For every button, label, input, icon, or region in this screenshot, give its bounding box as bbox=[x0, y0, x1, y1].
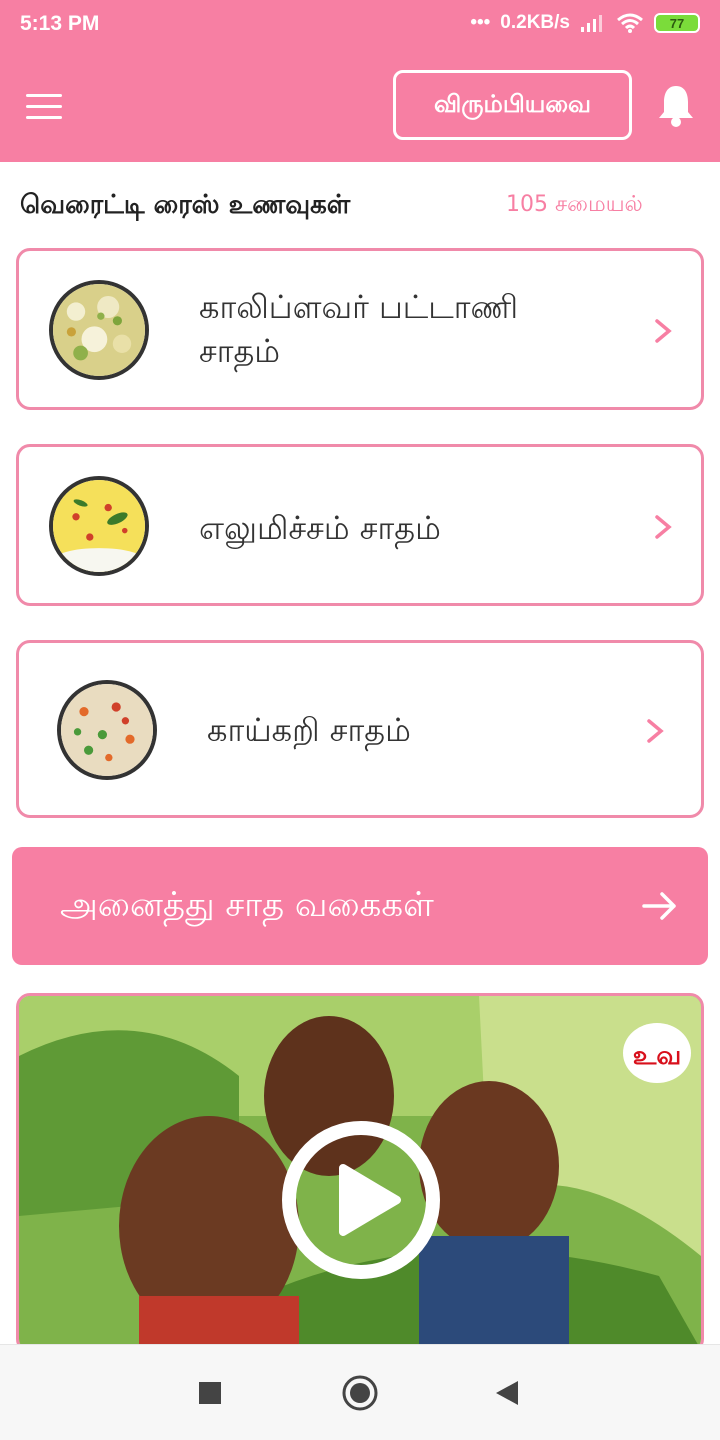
system-nav-bar bbox=[0, 1344, 720, 1440]
recipe-card[interactable]: காய்கறி சாதம் bbox=[16, 640, 704, 818]
recipe-card[interactable]: காலிப்ளவர் பட்டாணி சாதம் bbox=[16, 248, 704, 410]
more-dots-icon: ••• bbox=[470, 12, 491, 33]
recipe-title-line: காலிப்ளவர் பட்டாணி bbox=[199, 288, 519, 326]
chevron-right-icon bbox=[655, 515, 672, 539]
triangle-back-icon[interactable] bbox=[488, 1373, 528, 1413]
recipe-count: 105 சமையல் bbox=[506, 192, 643, 217]
section-title: வெரைட்டி ரைஸ் உணவுகள் bbox=[20, 190, 351, 220]
recipe-title-line: சாதம் bbox=[199, 332, 281, 370]
recipe-title: காலிப்ளவர் பட்டாணி சாதம் bbox=[199, 285, 518, 373]
recipe-card[interactable]: எலுமிச்சம் சாதம் bbox=[16, 444, 704, 606]
recipe-title: காய்கறி சாதம் bbox=[207, 711, 411, 749]
status-bar: 5:13 PM ••• 0.2KB/s 77 bbox=[0, 0, 720, 52]
status-icons: ••• 0.2KB/s 77 bbox=[470, 12, 700, 34]
section-header: வெரைட்டி ரைஸ் உணவுகள் 105 சமையல் bbox=[0, 162, 720, 248]
all-rice-varieties-button[interactable]: அனைத்து சாத வகைகள் bbox=[12, 847, 708, 965]
app-bar: விரும்பியவை bbox=[0, 52, 720, 162]
network-speed: 0.2KB/s bbox=[500, 12, 570, 33]
status-time: 5:13 PM bbox=[20, 12, 100, 35]
video-card[interactable]: உவ bbox=[16, 993, 704, 1353]
recipe-title: எலுமிச்சம் சாதம் bbox=[199, 509, 441, 547]
wifi-icon bbox=[617, 13, 643, 33]
recipe-thumbnail bbox=[49, 280, 149, 380]
signal-icon bbox=[581, 15, 602, 32]
battery-icon: 77 bbox=[654, 13, 700, 33]
all-rice-varieties-label: அனைத்து சாத வகைகள் bbox=[60, 885, 434, 925]
circle-home-icon[interactable] bbox=[340, 1373, 380, 1413]
favorites-button[interactable]: விரும்பியவை bbox=[393, 70, 632, 140]
chevron-right-icon bbox=[647, 719, 664, 743]
square-recents-icon[interactable] bbox=[190, 1373, 230, 1413]
recipe-thumbnail bbox=[57, 680, 157, 780]
channel-logo-text: உவ bbox=[633, 1041, 681, 1071]
chevron-right-icon bbox=[655, 319, 672, 343]
play-icon[interactable] bbox=[281, 1120, 441, 1280]
hamburger-menu-icon[interactable] bbox=[26, 94, 62, 120]
recipe-thumbnail bbox=[49, 476, 149, 576]
channel-logo: உவ bbox=[623, 1023, 691, 1083]
bell-icon[interactable] bbox=[656, 82, 696, 128]
arrow-right-icon bbox=[642, 892, 676, 920]
